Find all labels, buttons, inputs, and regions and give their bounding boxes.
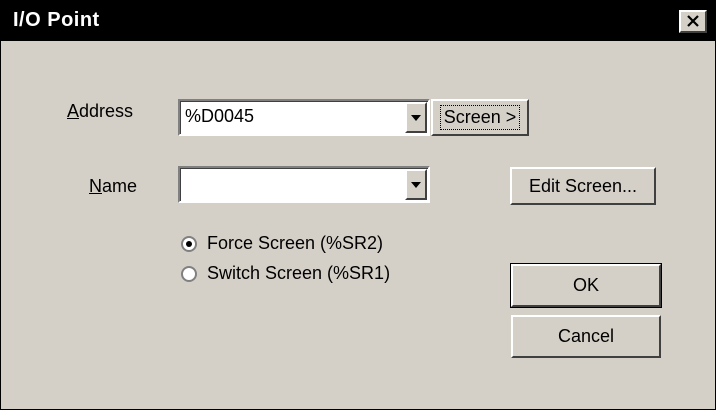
close-icon — [687, 15, 699, 27]
screen-button-label: Screen > — [439, 105, 521, 130]
switch-screen-label: Switch Screen (%SR1) — [207, 263, 391, 283]
ok-button-label: OK — [572, 275, 599, 295]
ok-button[interactable]: OK — [510, 263, 662, 308]
title-bar[interactable]: I/O Point — [1, 1, 715, 41]
window-title: I/O Point — [13, 9, 100, 31]
name-label-mnemonic: N — [89, 176, 102, 196]
force-screen-radio[interactable]: Force Screen (%SR2) — [181, 233, 383, 254]
chevron-down-icon — [411, 114, 421, 121]
radio-unchecked-icon[interactable] — [181, 265, 197, 282]
address-label: Address — [67, 101, 133, 122]
address-label-mnemonic: A — [67, 101, 80, 121]
force-screen-label: Force Screen (%SR2) — [207, 233, 384, 253]
address-value: %D0045 — [185, 106, 255, 126]
io-point-dialog: I/O Point Address %D0045 Screen > Name E… — [0, 0, 716, 410]
address-label-rest: ddress — [79, 101, 134, 121]
edit-screen-button-label: Edit Screen... — [528, 175, 638, 196]
name-label-rest: ame — [102, 176, 138, 196]
switch-screen-radio[interactable]: Switch Screen (%SR1) — [181, 263, 390, 284]
name-combobox-frame — [180, 168, 428, 201]
cancel-button-label: Cancel — [557, 326, 615, 346]
screen-button[interactable]: Screen > — [431, 99, 529, 136]
name-combobox[interactable] — [178, 166, 430, 203]
address-combobox[interactable]: %D0045 — [178, 99, 430, 136]
chevron-down-icon — [411, 181, 421, 188]
edit-screen-button[interactable]: Edit Screen... — [510, 167, 656, 205]
address-dropdown-button[interactable] — [405, 102, 427, 133]
close-button[interactable] — [679, 10, 707, 33]
cancel-button[interactable]: Cancel — [511, 315, 661, 358]
name-label: Name — [89, 176, 137, 197]
name-dropdown-button[interactable] — [405, 169, 427, 200]
radio-checked-icon[interactable] — [181, 235, 197, 252]
